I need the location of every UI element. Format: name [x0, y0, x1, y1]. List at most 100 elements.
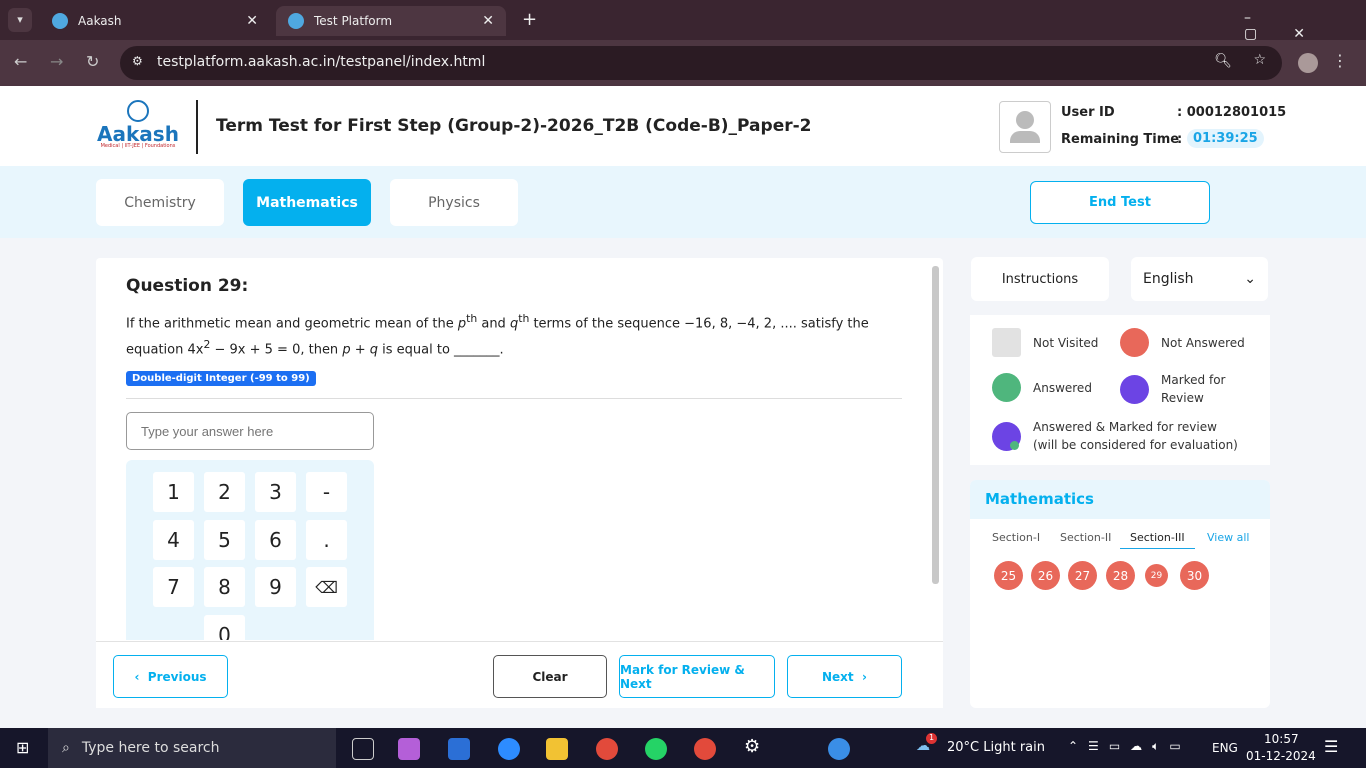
- divider: [126, 398, 902, 399]
- question-nav-bar: ‹ Previous Clear Mark for Review & Next …: [96, 641, 943, 708]
- keypad-key[interactable]: 7: [153, 567, 194, 607]
- settings-gear-icon[interactable]: ⚙: [744, 736, 760, 757]
- remaining-time-label: Remaining Time: [1061, 132, 1180, 147]
- keypad-key[interactable]: 2: [204, 472, 245, 512]
- task-view-icon[interactable]: [352, 738, 374, 760]
- clear-button[interactable]: Clear: [493, 655, 607, 698]
- section-ii-tab[interactable]: Section-II: [1060, 531, 1111, 544]
- keypad-key[interactable]: 3: [255, 472, 296, 512]
- section-iii-tab[interactable]: Section-III: [1120, 531, 1195, 549]
- url-bar[interactable]: ⚙ testplatform.aakash.ac.in/testpanel/in…: [120, 46, 1282, 80]
- backspace-key[interactable]: ⌫: [306, 567, 347, 607]
- not-visited-swatch: [992, 328, 1021, 357]
- legend-label: Answered & Marked for review: [1033, 420, 1217, 434]
- weather-text[interactable]: 20°C Light rain: [947, 740, 1045, 755]
- chrome-active-icon[interactable]: [694, 738, 716, 760]
- keypad-key[interactable]: 9: [255, 567, 296, 607]
- keypad-key[interactable]: .: [306, 520, 347, 560]
- question-text: If the arithmetic mean and geometric mea…: [126, 312, 869, 358]
- chevron-down-icon: ⌄: [1244, 271, 1256, 287]
- not-answered-swatch: [1120, 328, 1149, 357]
- notifications-icon[interactable]: ☰: [1324, 737, 1338, 756]
- numeric-keypad: 1 2 3- 4 5 6. 7 8 9 ⌫ 0: [126, 460, 374, 640]
- address-row: ← → ↻ ⚙ testplatform.aakash.ac.in/testpa…: [0, 40, 1366, 86]
- legend-label: Answered: [1033, 380, 1092, 395]
- previous-button[interactable]: ‹ Previous: [113, 655, 228, 698]
- mark-review-next-button[interactable]: Mark for Review & Next: [619, 655, 775, 698]
- help-icon[interactable]: [828, 738, 850, 760]
- question-number-button[interactable]: 25: [994, 561, 1023, 590]
- end-test-button[interactable]: End Test: [1030, 181, 1210, 224]
- forward-icon[interactable]: →: [50, 52, 63, 71]
- keypad-key[interactable]: 0: [204, 615, 245, 640]
- tab-label: Test Platform: [314, 14, 393, 28]
- legend-sublabel: (will be considered for evaluation): [1033, 438, 1238, 452]
- tab-physics[interactable]: Physics: [390, 179, 518, 226]
- app-icon[interactable]: [448, 738, 470, 760]
- next-button[interactable]: Next ›: [787, 655, 902, 698]
- question-panel: Question 29: If the arithmetic mean and …: [96, 258, 943, 708]
- question-number-button[interactable]: 28: [1106, 561, 1135, 590]
- copilot-icon[interactable]: [398, 738, 420, 760]
- instructions-button[interactable]: Instructions: [971, 257, 1109, 301]
- tab-test-platform[interactable]: Test Platform ✕: [276, 6, 506, 36]
- keypad-key[interactable]: 5: [204, 520, 245, 560]
- new-tab-button[interactable]: +: [522, 9, 537, 30]
- url-text: testplatform.aakash.ac.in/testpanel/inde…: [157, 54, 486, 70]
- search-placeholder: Type here to search: [81, 740, 220, 756]
- window-controls[interactable]: –▢✕: [1244, 10, 1366, 42]
- question-number-button[interactable]: 29: [1145, 564, 1168, 587]
- windows-start-icon[interactable]: ⊞: [16, 738, 29, 757]
- keypad-key[interactable]: 8: [204, 567, 245, 607]
- legend-marked-review: Marked for Review: [1120, 371, 1250, 407]
- reload-icon[interactable]: ↻: [86, 52, 99, 71]
- keypad-key[interactable]: 4: [153, 520, 194, 560]
- zoom-app-icon[interactable]: [498, 738, 520, 760]
- weather-badge: 1: [926, 733, 937, 744]
- tab-search-button[interactable]: ▾: [8, 8, 32, 32]
- browser-menu-icon[interactable]: ⋮: [1332, 51, 1348, 70]
- keypad-key[interactable]: -: [306, 472, 347, 512]
- remaining-sep: :: [1177, 132, 1183, 147]
- clock-date[interactable]: 01-12-2024: [1246, 749, 1316, 763]
- test-title: Term Test for First Step (Group-2)-2026_…: [216, 116, 812, 136]
- scrollbar[interactable]: [932, 266, 939, 584]
- question-type-badge: Double-digit Integer (-99 to 99): [126, 371, 316, 386]
- file-explorer-icon[interactable]: [546, 738, 568, 760]
- remaining-time-value: 01:39:25: [1187, 129, 1264, 148]
- user-id-label: User ID: [1061, 105, 1115, 120]
- question-number-button[interactable]: 30: [1180, 561, 1209, 590]
- close-tab-icon[interactable]: ✕: [482, 13, 494, 29]
- view-all-link[interactable]: View all: [1207, 531, 1249, 544]
- tab-label: Aakash: [78, 14, 122, 28]
- taskbar-search[interactable]: ⌕ Type here to search: [48, 728, 336, 768]
- keypad-key[interactable]: 6: [255, 520, 296, 560]
- back-icon[interactable]: ←: [14, 52, 27, 71]
- chevron-left-icon: ‹: [134, 669, 148, 684]
- close-tab-icon[interactable]: ✕: [246, 13, 258, 29]
- aakash-favicon-icon: [288, 13, 304, 29]
- question-number-button[interactable]: 26: [1031, 561, 1060, 590]
- tab-aakash[interactable]: Aakash ✕: [40, 6, 270, 36]
- answered-swatch: [992, 373, 1021, 402]
- tab-mathematics[interactable]: Mathematics: [243, 179, 371, 226]
- chrome-icon[interactable]: [596, 738, 618, 760]
- question-number-button[interactable]: 27: [1068, 561, 1097, 590]
- site-settings-icon[interactable]: ⚙: [132, 54, 143, 68]
- user-id-value: : 00012801015: [1177, 105, 1287, 120]
- profile-avatar[interactable]: [1298, 53, 1318, 73]
- zoom-icon[interactable]: 🔍︎: [1214, 53, 1232, 69]
- marked-swatch: [1120, 374, 1149, 404]
- language-indicator[interactable]: ENG: [1212, 741, 1238, 755]
- legend-panel: Not Visited Not Answered Answered Marked…: [970, 315, 1270, 465]
- tab-chemistry[interactable]: Chemistry: [96, 179, 224, 226]
- answer-input[interactable]: [126, 412, 374, 450]
- language-select[interactable]: English ⌄: [1131, 257, 1268, 301]
- system-tray-icons[interactable]: ⌃☰▭☁🔈︎▭: [1068, 739, 1191, 754]
- keypad-key[interactable]: 1: [153, 472, 194, 512]
- clock-time[interactable]: 10:57: [1264, 732, 1299, 746]
- section-i-tab[interactable]: Section-I: [992, 531, 1040, 544]
- legend-answered: Answered: [992, 373, 1092, 402]
- bookmark-star-icon[interactable]: ☆: [1253, 52, 1266, 68]
- whatsapp-icon[interactable]: [645, 738, 667, 760]
